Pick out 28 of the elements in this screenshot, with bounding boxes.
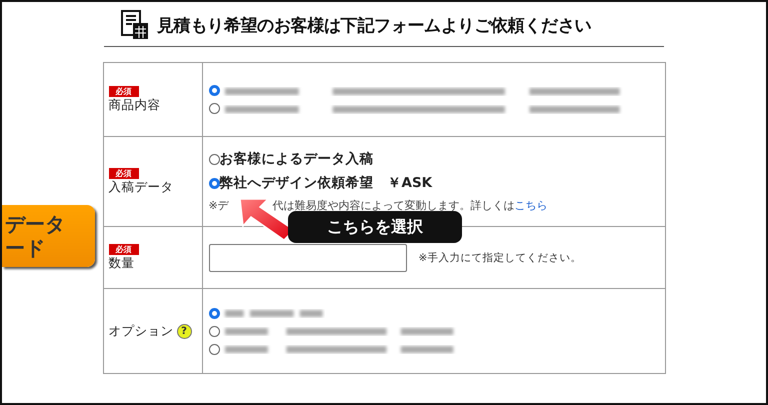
required-badge: 必須: [108, 244, 138, 254]
callout-label: こちらを選択: [288, 211, 462, 243]
calculator-document-icon: [121, 10, 149, 40]
radio-button[interactable]: [208, 103, 220, 114]
required-badge: 必須: [108, 168, 138, 178]
quantity-input[interactable]: [208, 244, 406, 272]
radio-button[interactable]: [208, 178, 220, 188]
radio-button[interactable]: [208, 344, 220, 354]
option-label: お客様によるデータ入稿: [220, 150, 374, 168]
page-title: 見積もり希望のお客様は下記フォームよりご依頼ください: [157, 14, 592, 36]
note-text: 代は難易度や内容によって変動します。詳しくは: [272, 198, 515, 213]
side-tab-button[interactable]: データ ード: [2, 205, 95, 267]
radio-button[interactable]: [208, 154, 220, 164]
radio-option[interactable]: 弊社へデザイン依頼希望 ￥ASK: [208, 174, 658, 192]
help-icon[interactable]: ?: [176, 324, 192, 338]
radio-option[interactable]: お客様によるデータ入稿: [208, 150, 658, 168]
field-label: 商品内容: [108, 96, 160, 114]
option-label: 弊社へデザイン依頼希望 ￥ASK: [220, 174, 432, 192]
radio-button[interactable]: [208, 326, 220, 336]
details-link[interactable]: こちら: [514, 198, 548, 213]
required-badge: 必須: [108, 86, 138, 96]
field-label: 入稿データ: [108, 178, 174, 196]
radio-button[interactable]: [208, 85, 220, 96]
radio-button[interactable]: [208, 308, 220, 318]
field-label: 数量: [108, 254, 134, 272]
field-label: オプション: [108, 322, 174, 340]
input-hint: ※手入力にて指定してください。: [418, 250, 582, 264]
note-text: ※デ: [208, 198, 229, 213]
